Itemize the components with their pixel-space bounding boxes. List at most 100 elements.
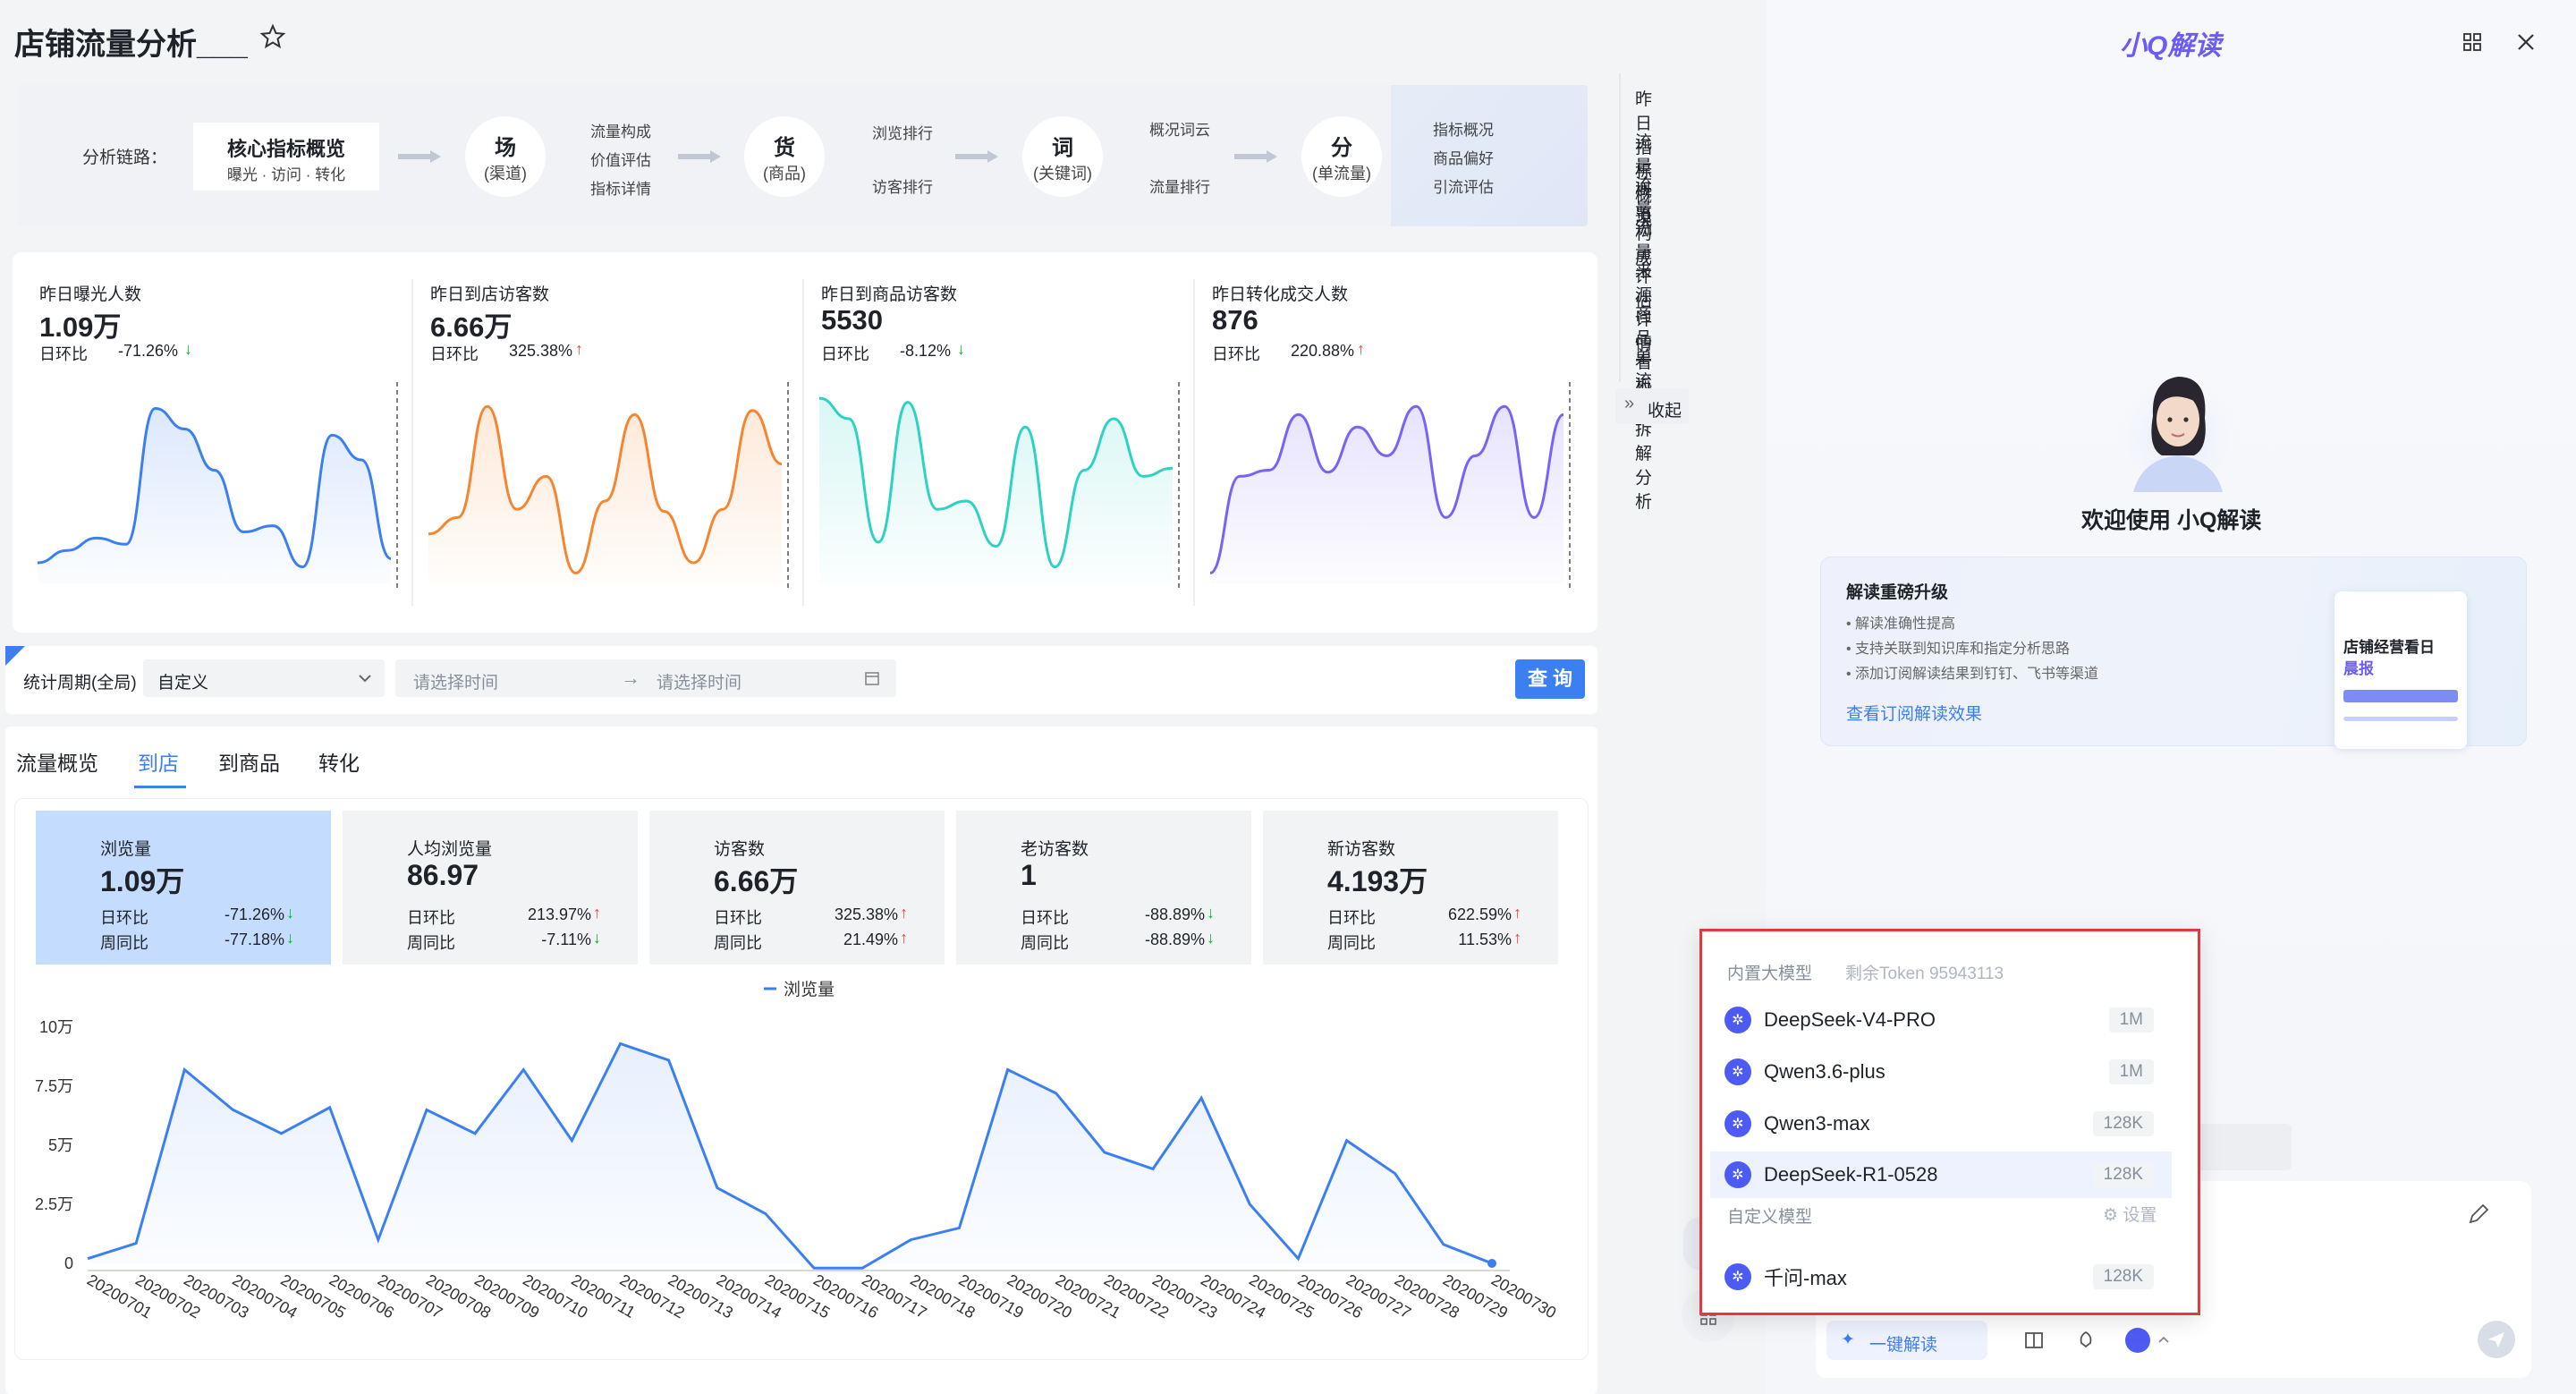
deepseek-icon — [2125, 1328, 2150, 1353]
kpi-label: 昨日转化成交人数 — [1212, 285, 1349, 304]
book-icon[interactable] — [2023, 1330, 2045, 1351]
keyword-node[interactable]: 词 (关键词) — [1022, 116, 1103, 197]
metric-box[interactable]: 浏览量 1.09万 日环比 -71.26% ↓ 周同比 -77.18% ↓ — [36, 811, 331, 965]
chain-sub[interactable]: 流量构成 — [590, 119, 651, 141]
metric-rate: 325.38% — [834, 905, 898, 923]
assistant-title: 小Q解读 — [2120, 31, 2222, 61]
metric-title: 老访客数 — [1021, 840, 1089, 859]
collapse-button[interactable]: » 收起 — [1615, 388, 1689, 424]
end-date-input[interactable]: 请选择时间 — [657, 669, 741, 693]
kpi-sparkline-area — [428, 406, 782, 583]
metric-box[interactable]: 新访客数 4.193万 日环比 622.59% ↑ 周同比 11.53% ↑ — [1263, 811, 1558, 965]
kpi-rate-label: 日环比 — [39, 345, 88, 363]
trend-area — [88, 1043, 1492, 1269]
start-date-input[interactable]: 请选择时间 — [413, 669, 498, 693]
model-option[interactable]: ✲ DeepSeek-R1-0528 128K — [1710, 1152, 2172, 1198]
metric-box[interactable]: 人均浏览量 86.97 日环比 213.97% ↑ 周同比 -7.11% ↓ — [343, 811, 638, 965]
kpi-label: 昨日曝光人数 — [39, 285, 142, 304]
star-icon[interactable] — [259, 23, 286, 50]
side-nav-item[interactable]: 单流量拆解分析 — [1635, 344, 1652, 513]
metric-rate: -88.89% — [1144, 905, 1205, 923]
model-option[interactable]: ✲ Qwen3-max 128K — [1710, 1101, 2172, 1147]
settings-link[interactable]: ⚙ 设置 — [2103, 1202, 2157, 1226]
node-small: (关键词) — [1033, 164, 1092, 183]
query-button[interactable]: 查 询 — [1515, 659, 1585, 699]
model-option[interactable]: ✲ Qwen3.6-plus 1M — [1710, 1049, 2172, 1095]
send-button[interactable] — [2478, 1321, 2515, 1358]
promo-point: • 添加订阅解读结果到钉钉、飞书等渠道 — [1846, 667, 2099, 682]
y-tick-label: 10万 — [39, 1018, 73, 1036]
metric-value: 6.66万 — [714, 865, 799, 897]
metric-box[interactable]: 老访客数 1 日环比 -88.89% ↓ 周同比 -88.89% ↓ — [956, 811, 1251, 965]
one-click-button[interactable]: ✦ 一键解读 — [1826, 1321, 1987, 1360]
model-selector[interactable] — [2125, 1326, 2179, 1355]
chain-sub[interactable]: 访客排行 — [872, 174, 933, 197]
kpi-rate: -8.12% — [900, 342, 952, 360]
kpi-rate-label: 日环比 — [430, 345, 479, 363]
chain-sub[interactable]: 价值评估 — [590, 148, 651, 170]
y-tick-label: 0 — [64, 1254, 73, 1272]
arrow-icon — [678, 150, 721, 163]
arrow-up-icon: ↑ — [900, 904, 908, 922]
metric-rate: 622.59% — [1447, 905, 1512, 923]
kpi-rate-label: 日环比 — [821, 345, 869, 363]
metric-rate-label: 周同比 — [407, 934, 455, 952]
metric-title: 人均浏览量 — [407, 840, 493, 859]
single-flow-node[interactable]: 分 (单流量) — [1301, 116, 1382, 197]
node-small: (商品) — [763, 164, 806, 183]
layout-icon[interactable] — [2462, 32, 2482, 52]
rocket-icon[interactable] — [2075, 1330, 2097, 1351]
channel-node[interactable]: 场 (渠道) — [465, 116, 546, 197]
builtin-label: 内置大模型 — [1727, 965, 1813, 983]
metric-rate: -7.11% — [541, 931, 591, 948]
arrow-up-icon: ↑ — [575, 340, 583, 358]
metric-rate-label: 周同比 — [100, 934, 148, 952]
metric-value: 1.09万 — [100, 865, 185, 897]
edit-icon[interactable] — [2467, 1203, 2490, 1226]
promo-link[interactable]: 查看订阅解读效果 — [1846, 701, 1982, 725]
node-big: 货 — [774, 135, 795, 160]
trend-point — [1487, 1259, 1496, 1268]
chain-sub[interactable]: 指标详情 — [590, 176, 651, 199]
metric-title: 浏览量 — [100, 840, 152, 859]
chain-sub[interactable]: 浏览排行 — [872, 121, 933, 143]
metric-rate: -77.18% — [224, 931, 284, 948]
model-name: Qwen3-max — [1764, 1112, 1870, 1135]
arrow-up-icon: ↑ — [900, 929, 908, 947]
model-option[interactable]: ✲ DeepSeek-V4-PRO 1M — [1710, 997, 2172, 1043]
date-range-picker[interactable]: 请选择时间 → 请选择时间 — [395, 659, 896, 697]
chain-sub[interactable]: 引流评估 — [1433, 174, 1494, 197]
metric-box[interactable]: 访客数 6.66万 日环比 325.38% ↑ 周同比 21.49% ↑ — [649, 811, 945, 965]
kpi-rate: 220.88% — [1291, 342, 1355, 360]
metric-rate-label: 日环比 — [714, 909, 762, 927]
node-big: 词 — [1052, 135, 1073, 160]
core-metrics-node[interactable]: 核心指标概览 曝光 · 访问 · 转化 — [193, 123, 379, 191]
promo-point: • 支持关联到知识库和指定分析思路 — [1846, 642, 2071, 657]
period-select[interactable]: 自定义 — [143, 659, 385, 697]
model-option[interactable]: ✲ 千问-max 128K — [1710, 1254, 2172, 1300]
kpi-rate: 325.38% — [509, 342, 573, 360]
close-icon[interactable] — [2516, 32, 2536, 52]
metric-rate-label: 周同比 — [1021, 934, 1069, 952]
chain-sub[interactable]: 商品偏好 — [1433, 146, 1494, 168]
model-name: Qwen3.6-plus — [1764, 1060, 1885, 1083]
custom-label: 自定义模型 — [1727, 1208, 1813, 1227]
calendar-icon — [865, 672, 879, 685]
promo-title: 解读重磅升级 — [1846, 583, 1949, 602]
model-icon: ✲ — [1724, 1110, 1751, 1137]
model-name: 千问-max — [1764, 1267, 1847, 1289]
metric-title: 访客数 — [714, 840, 766, 859]
chain-sub[interactable]: 流量排行 — [1149, 174, 1210, 197]
y-tick-label: 7.5万 — [35, 1077, 73, 1095]
node-big: 分 — [1331, 135, 1352, 160]
arrow-up-icon: ↑ — [1357, 340, 1365, 358]
kpi-value: 6.66万 — [430, 311, 513, 343]
metric-value: 4.193万 — [1327, 865, 1428, 897]
goods-node[interactable]: 货 (商品) — [744, 116, 825, 197]
kpi-sparkline-area — [1210, 406, 1563, 583]
kpi-card: 昨日曝光人数 1.09万 日环比 -71.26% ↓ 昨日到店访客数 6.66万 日环比 325… — [13, 252, 1597, 633]
chain-sub[interactable]: 指标概况 — [1433, 117, 1494, 140]
detail-section: 流量概览 到店 到商品 转化 浏览量 0 2.5万 5万 7.5万 10万 20200701… — [5, 727, 1597, 1394]
chain-sub[interactable]: 概况词云 — [1149, 117, 1210, 140]
metric-value: 86.97 — [407, 859, 479, 891]
